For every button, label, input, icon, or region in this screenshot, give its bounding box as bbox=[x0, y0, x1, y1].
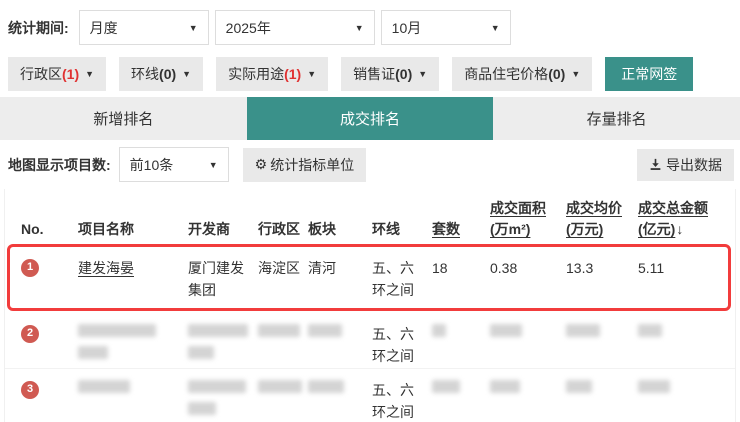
tab-new-ranking[interactable]: 新增排名 bbox=[0, 97, 247, 140]
caret-down-icon: ▼ bbox=[85, 69, 94, 79]
col-header-no: No. bbox=[21, 219, 78, 239]
filter-label: 销售证 bbox=[353, 64, 395, 84]
filter-label: 行政区 bbox=[20, 64, 62, 84]
rank-badge: 1 bbox=[21, 259, 39, 277]
filter-count: (1) bbox=[62, 66, 79, 82]
ring-cell: 五、六环之间 bbox=[372, 258, 432, 301]
toolbar: 地图显示项目数: 前10条 ▼ ⚙ 统计指标单位 导出数据 bbox=[0, 140, 740, 189]
table-row[interactable]: 3 五、六环之间 bbox=[5, 369, 735, 422]
caret-down-icon: ▼ bbox=[571, 69, 580, 79]
developer-cell: 厦门建发集团 bbox=[188, 258, 258, 301]
filter-count: (1) bbox=[284, 66, 301, 82]
select-value: 前10条 bbox=[130, 155, 174, 175]
block-cell-redacted bbox=[308, 324, 372, 346]
select-value: 月度 bbox=[90, 18, 118, 38]
filter-district-button[interactable]: 行政区(1) ▼ bbox=[8, 57, 106, 91]
real-estate-ranking-panel: 统计期间: 月度 ▼ 2025年 ▼ 10月 ▼ 行政区(1) ▼ 环线(0) … bbox=[0, 0, 740, 422]
filter-count: (0) bbox=[395, 66, 412, 82]
col-header-ring: 环线 bbox=[372, 219, 432, 239]
filter-usage-button[interactable]: 实际用途(1) ▼ bbox=[216, 57, 328, 91]
col-header-deal-area[interactable]: 成交面积 (万m²) bbox=[490, 198, 566, 239]
ring-cell: 五、六环之间 bbox=[372, 380, 432, 422]
col-header-district: 行政区 bbox=[258, 219, 308, 239]
ranking-table: No. 项目名称 开发商 行政区 板块 环线 套数 成交面积 (万m²) 成交均… bbox=[4, 189, 736, 422]
col-header-units[interactable]: 套数 bbox=[432, 219, 490, 239]
ranking-tabs: 新增排名 成交排名 存量排名 bbox=[0, 97, 740, 140]
select-value: 2025年 bbox=[226, 18, 271, 38]
filter-label: 环线 bbox=[131, 64, 159, 84]
table-body: 1 建发海晏 厦门建发集团 海淀区 清河 五、六环之间 18 0.38 13.3… bbox=[5, 247, 735, 422]
project-name-cell-redacted bbox=[78, 380, 188, 402]
gear-icon: ⚙ bbox=[255, 156, 268, 173]
avg-price-cell-redacted bbox=[566, 324, 638, 346]
filter-count: (0) bbox=[548, 66, 565, 82]
map-count-select[interactable]: 前10条 ▼ bbox=[119, 147, 229, 182]
map-count-label: 地图显示项目数: bbox=[8, 155, 111, 175]
project-name-cell-redacted bbox=[78, 324, 188, 368]
stat-unit-button[interactable]: ⚙ 统计指标单位 bbox=[243, 148, 367, 182]
period-month-select[interactable]: 10月 ▼ bbox=[381, 10, 511, 45]
filter-label: 商品住宅价格 bbox=[464, 64, 548, 84]
period-row: 统计期间: 月度 ▼ 2025年 ▼ 10月 ▼ bbox=[0, 0, 740, 45]
caret-down-icon: ▼ bbox=[209, 160, 218, 170]
units-cell: 18 bbox=[432, 258, 490, 280]
units-cell-redacted bbox=[432, 324, 490, 346]
filter-row: 行政区(1) ▼ 环线(0) ▼ 实际用途(1) ▼ 销售证(0) ▼ 商品住宅… bbox=[0, 45, 740, 91]
table-row[interactable]: 2 五、六环之间 bbox=[5, 313, 735, 369]
deal-area-cell-redacted bbox=[490, 324, 566, 346]
caret-down-icon: ▼ bbox=[418, 69, 427, 79]
block-cell-redacted bbox=[308, 380, 372, 402]
developer-cell-redacted bbox=[188, 324, 258, 368]
filter-sales-permit-button[interactable]: 销售证(0) ▼ bbox=[341, 57, 439, 91]
select-value: 10月 bbox=[392, 18, 422, 38]
district-cell-redacted bbox=[258, 324, 308, 346]
ring-cell: 五、六环之间 bbox=[372, 324, 432, 367]
deal-area-cell-redacted bbox=[490, 380, 566, 402]
caret-down-icon: ▼ bbox=[491, 23, 500, 33]
period-granularity-select[interactable]: 月度 ▼ bbox=[79, 10, 209, 45]
units-cell-redacted bbox=[432, 380, 490, 402]
col-header-avg-price[interactable]: 成交均价 (万元) bbox=[566, 198, 638, 239]
export-label: 导出数据 bbox=[666, 155, 722, 175]
col-header-total-amount[interactable]: 成交总金额 (亿元)↓ bbox=[638, 198, 735, 239]
col-header-block: 板块 bbox=[308, 219, 372, 239]
filter-count: (0) bbox=[159, 66, 176, 82]
table-header-row: No. 项目名称 开发商 行政区 板块 环线 套数 成交面积 (万m²) 成交均… bbox=[5, 189, 735, 247]
filter-label: 实际用途 bbox=[228, 64, 284, 84]
filter-housing-price-button[interactable]: 商品住宅价格(0) ▼ bbox=[452, 57, 592, 91]
normal-sign-button[interactable]: 正常网签 bbox=[605, 57, 693, 91]
developer-cell-redacted bbox=[188, 380, 258, 422]
avg-price-cell: 13.3 bbox=[566, 258, 638, 280]
rank-badge: 3 bbox=[21, 381, 39, 399]
col-header-project-name: 项目名称 bbox=[78, 219, 188, 239]
export-data-button[interactable]: 导出数据 bbox=[637, 149, 734, 181]
sort-desc-icon: ↓ bbox=[676, 221, 683, 237]
caret-down-icon: ▼ bbox=[182, 69, 191, 79]
caret-down-icon: ▼ bbox=[355, 23, 364, 33]
caret-down-icon: ▼ bbox=[189, 23, 198, 33]
total-amount-cell: 5.11 bbox=[638, 258, 735, 280]
district-cell-redacted bbox=[258, 380, 308, 402]
stat-unit-label: 统计指标单位 bbox=[270, 155, 354, 175]
caret-down-icon: ▼ bbox=[307, 69, 316, 79]
filter-ring-button[interactable]: 环线(0) ▼ bbox=[119, 57, 203, 91]
col-header-developer: 开发商 bbox=[188, 219, 258, 239]
download-icon bbox=[649, 158, 662, 171]
tab-deal-ranking[interactable]: 成交排名 bbox=[247, 97, 494, 140]
total-amount-cell-redacted bbox=[638, 324, 735, 346]
rank-badge: 2 bbox=[21, 325, 39, 343]
tab-inventory-ranking[interactable]: 存量排名 bbox=[493, 97, 740, 140]
district-cell: 海淀区 bbox=[258, 258, 308, 280]
period-label: 统计期间: bbox=[8, 18, 69, 38]
avg-price-cell-redacted bbox=[566, 380, 638, 402]
total-amount-cell-redacted bbox=[638, 380, 735, 402]
block-cell: 清河 bbox=[308, 258, 372, 280]
table-row[interactable]: 1 建发海晏 厦门建发集团 海淀区 清河 五、六环之间 18 0.38 13.3… bbox=[5, 247, 735, 313]
deal-area-cell: 0.38 bbox=[490, 258, 566, 280]
project-name-link[interactable]: 建发海晏 bbox=[78, 260, 134, 276]
period-year-select[interactable]: 2025年 ▼ bbox=[215, 10, 375, 45]
